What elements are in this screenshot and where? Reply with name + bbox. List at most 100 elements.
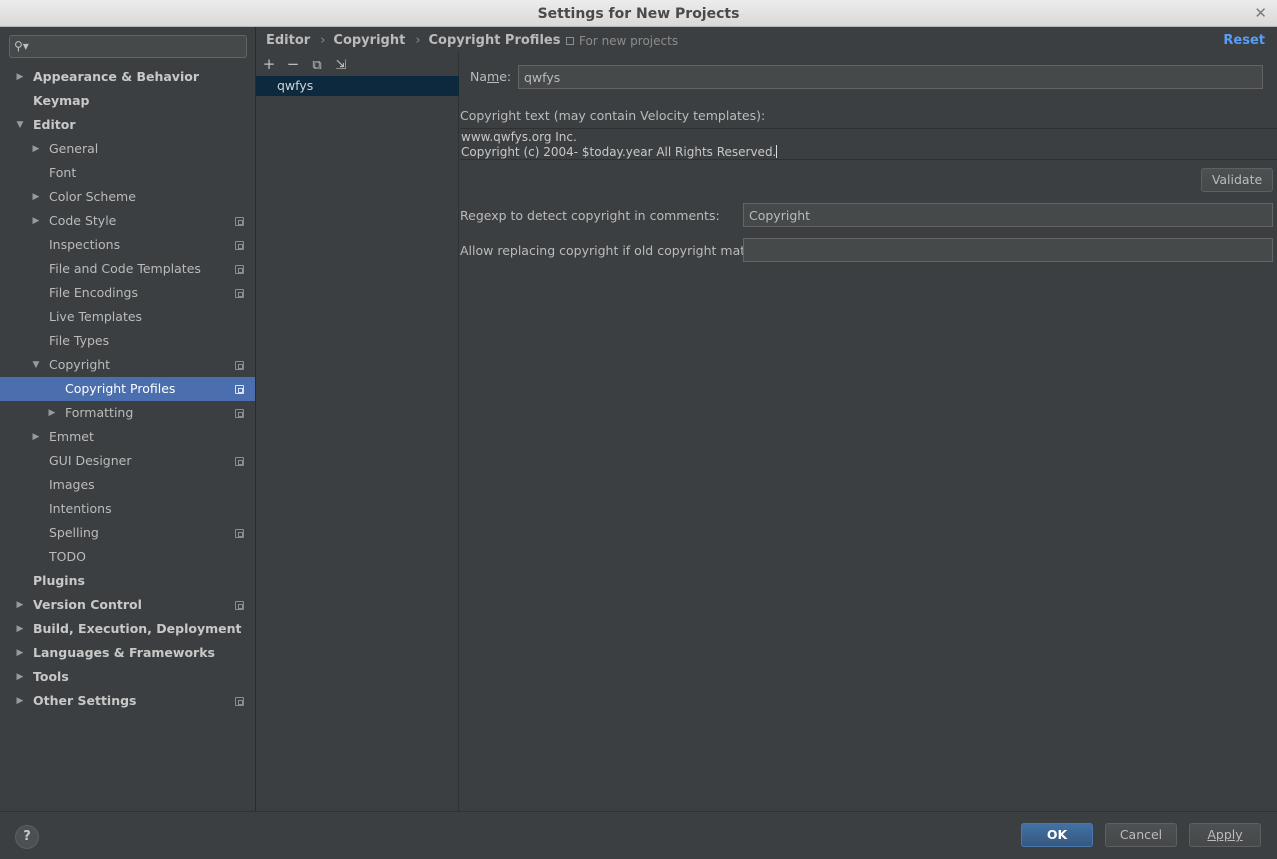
name-label-pre: Na xyxy=(470,69,488,84)
sidebar-item-gui-designer[interactable]: GUI Designer xyxy=(0,449,255,473)
expand-arrow-icon[interactable]: ▶ xyxy=(15,641,25,665)
sidebar-item-inspections[interactable]: Inspections xyxy=(0,233,255,257)
sidebar-item-label: Emmet xyxy=(49,429,94,444)
sidebar-item-copyright[interactable]: ▼ Copyright xyxy=(0,353,255,377)
sidebar-item-plugins[interactable]: Plugins xyxy=(0,569,255,593)
copyright-text-area[interactable]: www.qwfys.org Inc. Copyright (c) 2004- $… xyxy=(460,128,1277,160)
sidebar-item-images[interactable]: Images xyxy=(0,473,255,497)
sidebar-item-file-types[interactable]: File Types xyxy=(0,329,255,353)
copyright-text-label: Copyright text (may contain Velocity tem… xyxy=(460,108,766,123)
sidebar-item-color-scheme[interactable]: ▶ Color Scheme xyxy=(0,185,255,209)
search-icon[interactable]: ⚲▾ xyxy=(14,39,29,53)
sidebar-item-font[interactable]: Font xyxy=(0,161,255,185)
sidebar-item-keymap[interactable]: Keymap xyxy=(0,89,255,113)
sidebar-item-editor[interactable]: ▼ Editor xyxy=(0,113,255,137)
sidebar-item-version-control[interactable]: ▶ Version Control xyxy=(0,593,255,617)
sidebar-item-file-and-code-templates[interactable]: File and Code Templates xyxy=(0,257,255,281)
project-level-icon xyxy=(235,457,244,466)
reset-link[interactable]: Reset xyxy=(1223,33,1265,48)
sidebar-item-intentions[interactable]: Intentions xyxy=(0,497,255,521)
search-input[interactable] xyxy=(38,38,243,55)
replace-field[interactable] xyxy=(743,238,1273,262)
sidebar-item-spelling[interactable]: Spelling xyxy=(0,521,255,545)
expand-arrow-icon[interactable]: ▶ xyxy=(15,665,25,689)
ok-button[interactable]: OK xyxy=(1021,823,1093,847)
breadcrumb-separator: › xyxy=(415,33,421,48)
sidebar-item-label: Spelling xyxy=(49,525,99,540)
breadcrumb-item-copyright-profiles: Copyright Profiles xyxy=(428,33,561,48)
sidebar-item-label: Intentions xyxy=(49,501,112,516)
sidebar-item-general[interactable]: ▶ General xyxy=(0,137,255,161)
expand-arrow-icon[interactable]: ▶ xyxy=(15,65,25,89)
sidebar-item-emmet[interactable]: ▶ Emmet xyxy=(0,425,255,449)
sidebar-item-tools[interactable]: ▶ Tools xyxy=(0,665,255,689)
project-level-icon xyxy=(235,241,244,250)
sidebar-item-label: Color Scheme xyxy=(49,189,136,204)
sidebar-item-code-style[interactable]: ▶ Code Style xyxy=(0,209,255,233)
sidebar-item-label: File Types xyxy=(49,333,110,348)
apply-button[interactable]: Apply xyxy=(1189,823,1261,847)
project-level-icon xyxy=(235,361,244,370)
expand-arrow-icon[interactable]: ▶ xyxy=(15,617,25,641)
sidebar-item-label: Code Style xyxy=(49,213,117,228)
expand-arrow-icon[interactable]: ▶ xyxy=(15,593,25,617)
sidebar-item-label: TODO xyxy=(49,549,86,564)
expand-arrow-icon[interactable]: ▶ xyxy=(31,425,41,449)
title-bar: Settings for New Projects ✕ xyxy=(0,0,1277,27)
help-button[interactable]: ? xyxy=(15,825,39,849)
expand-arrow-icon[interactable]: ▶ xyxy=(31,185,41,209)
name-field[interactable] xyxy=(518,65,1263,89)
profile-item-qwfys[interactable]: qwfys xyxy=(256,76,459,96)
sidebar-item-other-settings[interactable]: ▶ Other Settings xyxy=(0,689,255,713)
expand-arrow-icon[interactable]: ▶ xyxy=(15,689,25,713)
collapse-arrow-icon[interactable]: ▼ xyxy=(31,353,41,377)
remove-icon[interactable]: − xyxy=(284,55,302,73)
close-icon[interactable]: ✕ xyxy=(1254,4,1267,22)
profiles-toolbar: + − ⧉ ⇲ xyxy=(260,55,356,75)
sidebar-item-live-templates[interactable]: Live Templates xyxy=(0,305,255,329)
sidebar-item-copyright-profiles[interactable]: Copyright Profiles xyxy=(0,377,255,401)
validate-button[interactable]: Validate xyxy=(1201,168,1273,192)
project-level-icon xyxy=(235,385,244,394)
sidebar-item-build-execution-deployment[interactable]: ▶ Build, Execution, Deployment xyxy=(0,617,255,641)
sidebar-item-label: Live Templates xyxy=(49,309,143,324)
expand-arrow-icon[interactable]: ▶ xyxy=(31,137,41,161)
sidebar-item-languages-frameworks[interactable]: ▶ Languages & Frameworks xyxy=(0,641,255,665)
expand-arrow-icon[interactable]: ▶ xyxy=(31,209,41,233)
breadcrumb-separator: › xyxy=(320,33,326,48)
sidebar-item-label: Other Settings xyxy=(33,693,137,708)
name-label-post: e: xyxy=(499,69,512,84)
breadcrumb-item-editor: Editor xyxy=(266,33,311,48)
sidebar-item-formatting[interactable]: ▶ Formatting xyxy=(0,401,255,425)
project-level-icon xyxy=(235,217,244,226)
sidebar-item-label: Plugins xyxy=(33,573,85,588)
replace-label: Allow replacing copyright if old copyrig… xyxy=(460,243,779,258)
add-icon[interactable]: + xyxy=(260,55,278,73)
sidebar-item-label: Images xyxy=(49,477,95,492)
sidebar-item-label: GUI Designer xyxy=(49,453,132,468)
copy-icon[interactable]: ⧉ xyxy=(308,57,326,75)
search-box[interactable]: ⚲▾ xyxy=(9,35,247,58)
sidebar-item-todo[interactable]: TODO xyxy=(0,545,255,569)
sidebar-item-label: Editor xyxy=(33,117,76,132)
expand-arrow-icon[interactable]: ▶ xyxy=(47,401,57,425)
sidebar-item-label: Appearance & Behavior xyxy=(33,69,199,84)
sidebar-item-label: Languages & Frameworks xyxy=(33,645,215,660)
collapse-arrow-icon[interactable]: ▼ xyxy=(15,113,25,137)
regexp-field[interactable] xyxy=(743,203,1273,227)
settings-sidebar: ⚲▾ ▶ Appearance & Behavior Keymap ▼ Editor ▶ G… xyxy=(0,27,256,811)
sidebar-item-label: File Encodings xyxy=(49,285,139,300)
sidebar-item-appearance-behavior[interactable]: ▶ Appearance & Behavior xyxy=(0,65,255,89)
sidebar-item-label: Build, Execution, Deployment xyxy=(33,621,242,636)
regexp-label: Regexp to detect copyright in comments: xyxy=(460,208,720,223)
project-level-icon xyxy=(235,289,244,298)
sidebar-item-label: Inspections xyxy=(49,237,121,252)
import-icon[interactable]: ⇲ xyxy=(332,57,350,75)
scope-note: For new projects xyxy=(566,34,678,48)
copyright-text-line-1: www.qwfys.org Inc. xyxy=(461,130,577,144)
profiles-list: qwfys xyxy=(256,76,459,96)
sidebar-item-file-encodings[interactable]: File Encodings xyxy=(0,281,255,305)
sidebar-item-label: Version Control xyxy=(33,597,142,612)
settings-tree: ▶ Appearance & Behavior Keymap ▼ Editor ▶ Gene… xyxy=(0,65,255,713)
cancel-button[interactable]: Cancel xyxy=(1105,823,1177,847)
